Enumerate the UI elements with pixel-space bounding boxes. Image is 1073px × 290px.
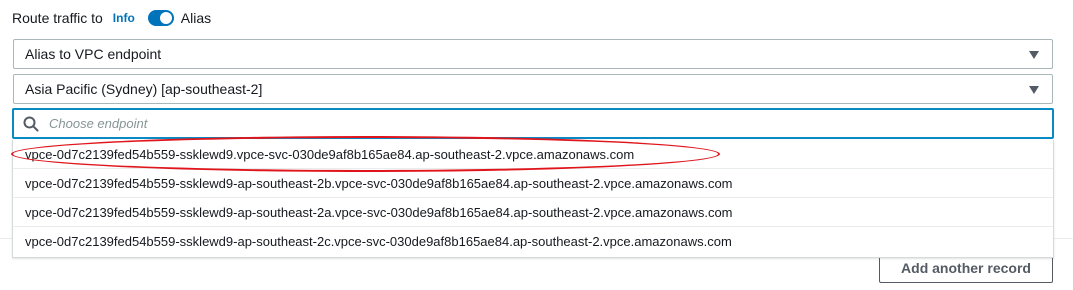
region-value: Asia Pacific (Sydney) [ap-southeast-2] (25, 81, 263, 97)
endpoint-type-value: Alias to VPC endpoint (25, 46, 162, 62)
toggle-knob (159, 12, 172, 24)
endpoint-option[interactable]: vpce-0d7c2139fed54b559-ssklewd9-ap-south… (13, 227, 1053, 256)
route-traffic-label: Route traffic to (12, 10, 103, 26)
caret-down-icon (1029, 86, 1039, 94)
endpoint-option[interactable]: vpce-0d7c2139fed54b559-ssklewd9-ap-south… (13, 198, 1053, 227)
endpoint-options-list: vpce-0d7c2139fed54b559-ssklewd9.vpce-svc… (12, 140, 1054, 258)
caret-down-icon (1029, 51, 1039, 59)
alias-label: Alias (180, 10, 212, 26)
info-link[interactable]: Info (113, 11, 135, 25)
region-select[interactable]: Asia Pacific (Sydney) [ap-southeast-2] (13, 74, 1053, 104)
search-icon (23, 116, 39, 132)
alias-toggle[interactable] (147, 10, 174, 26)
endpoint-type-select[interactable]: Alias to VPC endpoint (13, 39, 1053, 69)
endpoint-option[interactable]: vpce-0d7c2139fed54b559-ssklewd9-ap-south… (13, 169, 1053, 198)
endpoint-search-input[interactable] (49, 116, 949, 131)
endpoint-search[interactable] (12, 108, 1054, 139)
endpoint-option[interactable]: vpce-0d7c2139fed54b559-ssklewd9.vpce-svc… (13, 140, 1053, 169)
route-record-form: Route traffic to Info Alias Alias to VPC… (0, 0, 1073, 290)
route-traffic-row: Route traffic to Info Alias (12, 8, 211, 28)
